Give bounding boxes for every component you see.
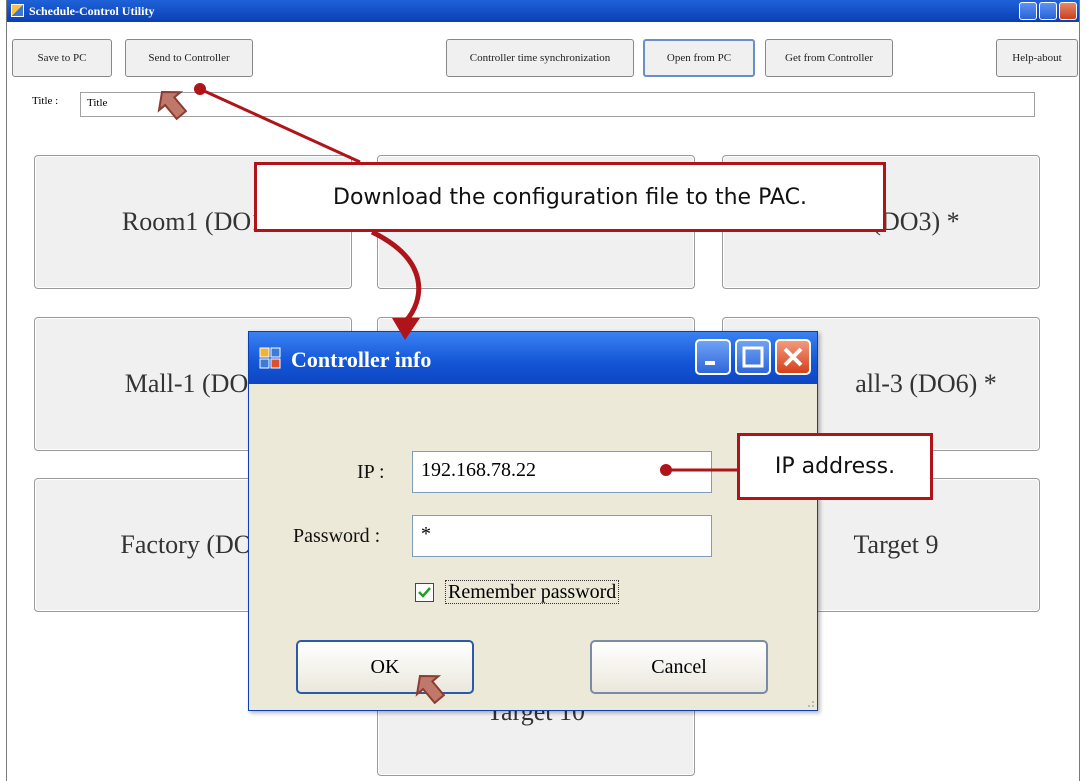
dialog-minimize-icon[interactable] (695, 339, 731, 375)
open-from-pc-button[interactable]: Open from PC (643, 39, 755, 77)
remember-password-label[interactable]: Remember password (445, 580, 620, 604)
save-to-pc-button[interactable]: Save to PC (12, 39, 112, 77)
close-icon[interactable] (1059, 2, 1077, 20)
checkmark-icon (418, 587, 431, 598)
remember-password-checkbox[interactable] (415, 583, 434, 602)
ok-button[interactable]: OK (296, 640, 474, 694)
tile-label: Room1 (DO1 (121, 207, 265, 236)
ip-input[interactable]: 192.168.78.22 (412, 451, 712, 493)
dialog-close-icon[interactable] (775, 339, 811, 375)
tile-label: Target 9 (853, 530, 939, 559)
resize-grip-icon[interactable] (805, 698, 815, 708)
time-sync-button[interactable]: Controller time synchronization (446, 39, 634, 77)
minimize-icon[interactable] (1019, 2, 1037, 20)
controller-info-dialog: Controller info IP : 192.168.78.22 Passw… (248, 331, 818, 711)
tile-label: all-3 (DO6) * (855, 369, 997, 398)
get-from-controller-button[interactable]: Get from Controller (765, 39, 893, 77)
dialog-app-icon (259, 347, 281, 369)
dialog-maximize-icon[interactable] (735, 339, 771, 375)
dialog-titlebar: Controller info (249, 332, 817, 384)
title-input[interactable]: Title (80, 92, 1035, 117)
password-input[interactable]: * (412, 515, 712, 557)
app-icon (11, 4, 24, 17)
tile-label: Mall-1 (DO4 (124, 369, 262, 398)
callout-ip-address: IP address. (737, 433, 933, 500)
send-to-controller-button[interactable]: Send to Controller (125, 39, 253, 77)
tile-label: Factory (DO7 (120, 530, 266, 559)
window-title: Schedule-Control Utility (29, 4, 155, 18)
cancel-button[interactable]: Cancel (590, 640, 768, 694)
ip-label: IP : (357, 461, 385, 483)
password-label: Password : (293, 525, 381, 547)
help-about-button[interactable]: Help-about (996, 39, 1078, 77)
title-label: Title : (32, 95, 59, 107)
dialog-title: Controller info (291, 347, 432, 372)
window-titlebar: Schedule-Control Utility (7, 0, 1079, 22)
maximize-icon[interactable] (1039, 2, 1057, 20)
callout-download: Download the configuration file to the P… (254, 162, 886, 232)
